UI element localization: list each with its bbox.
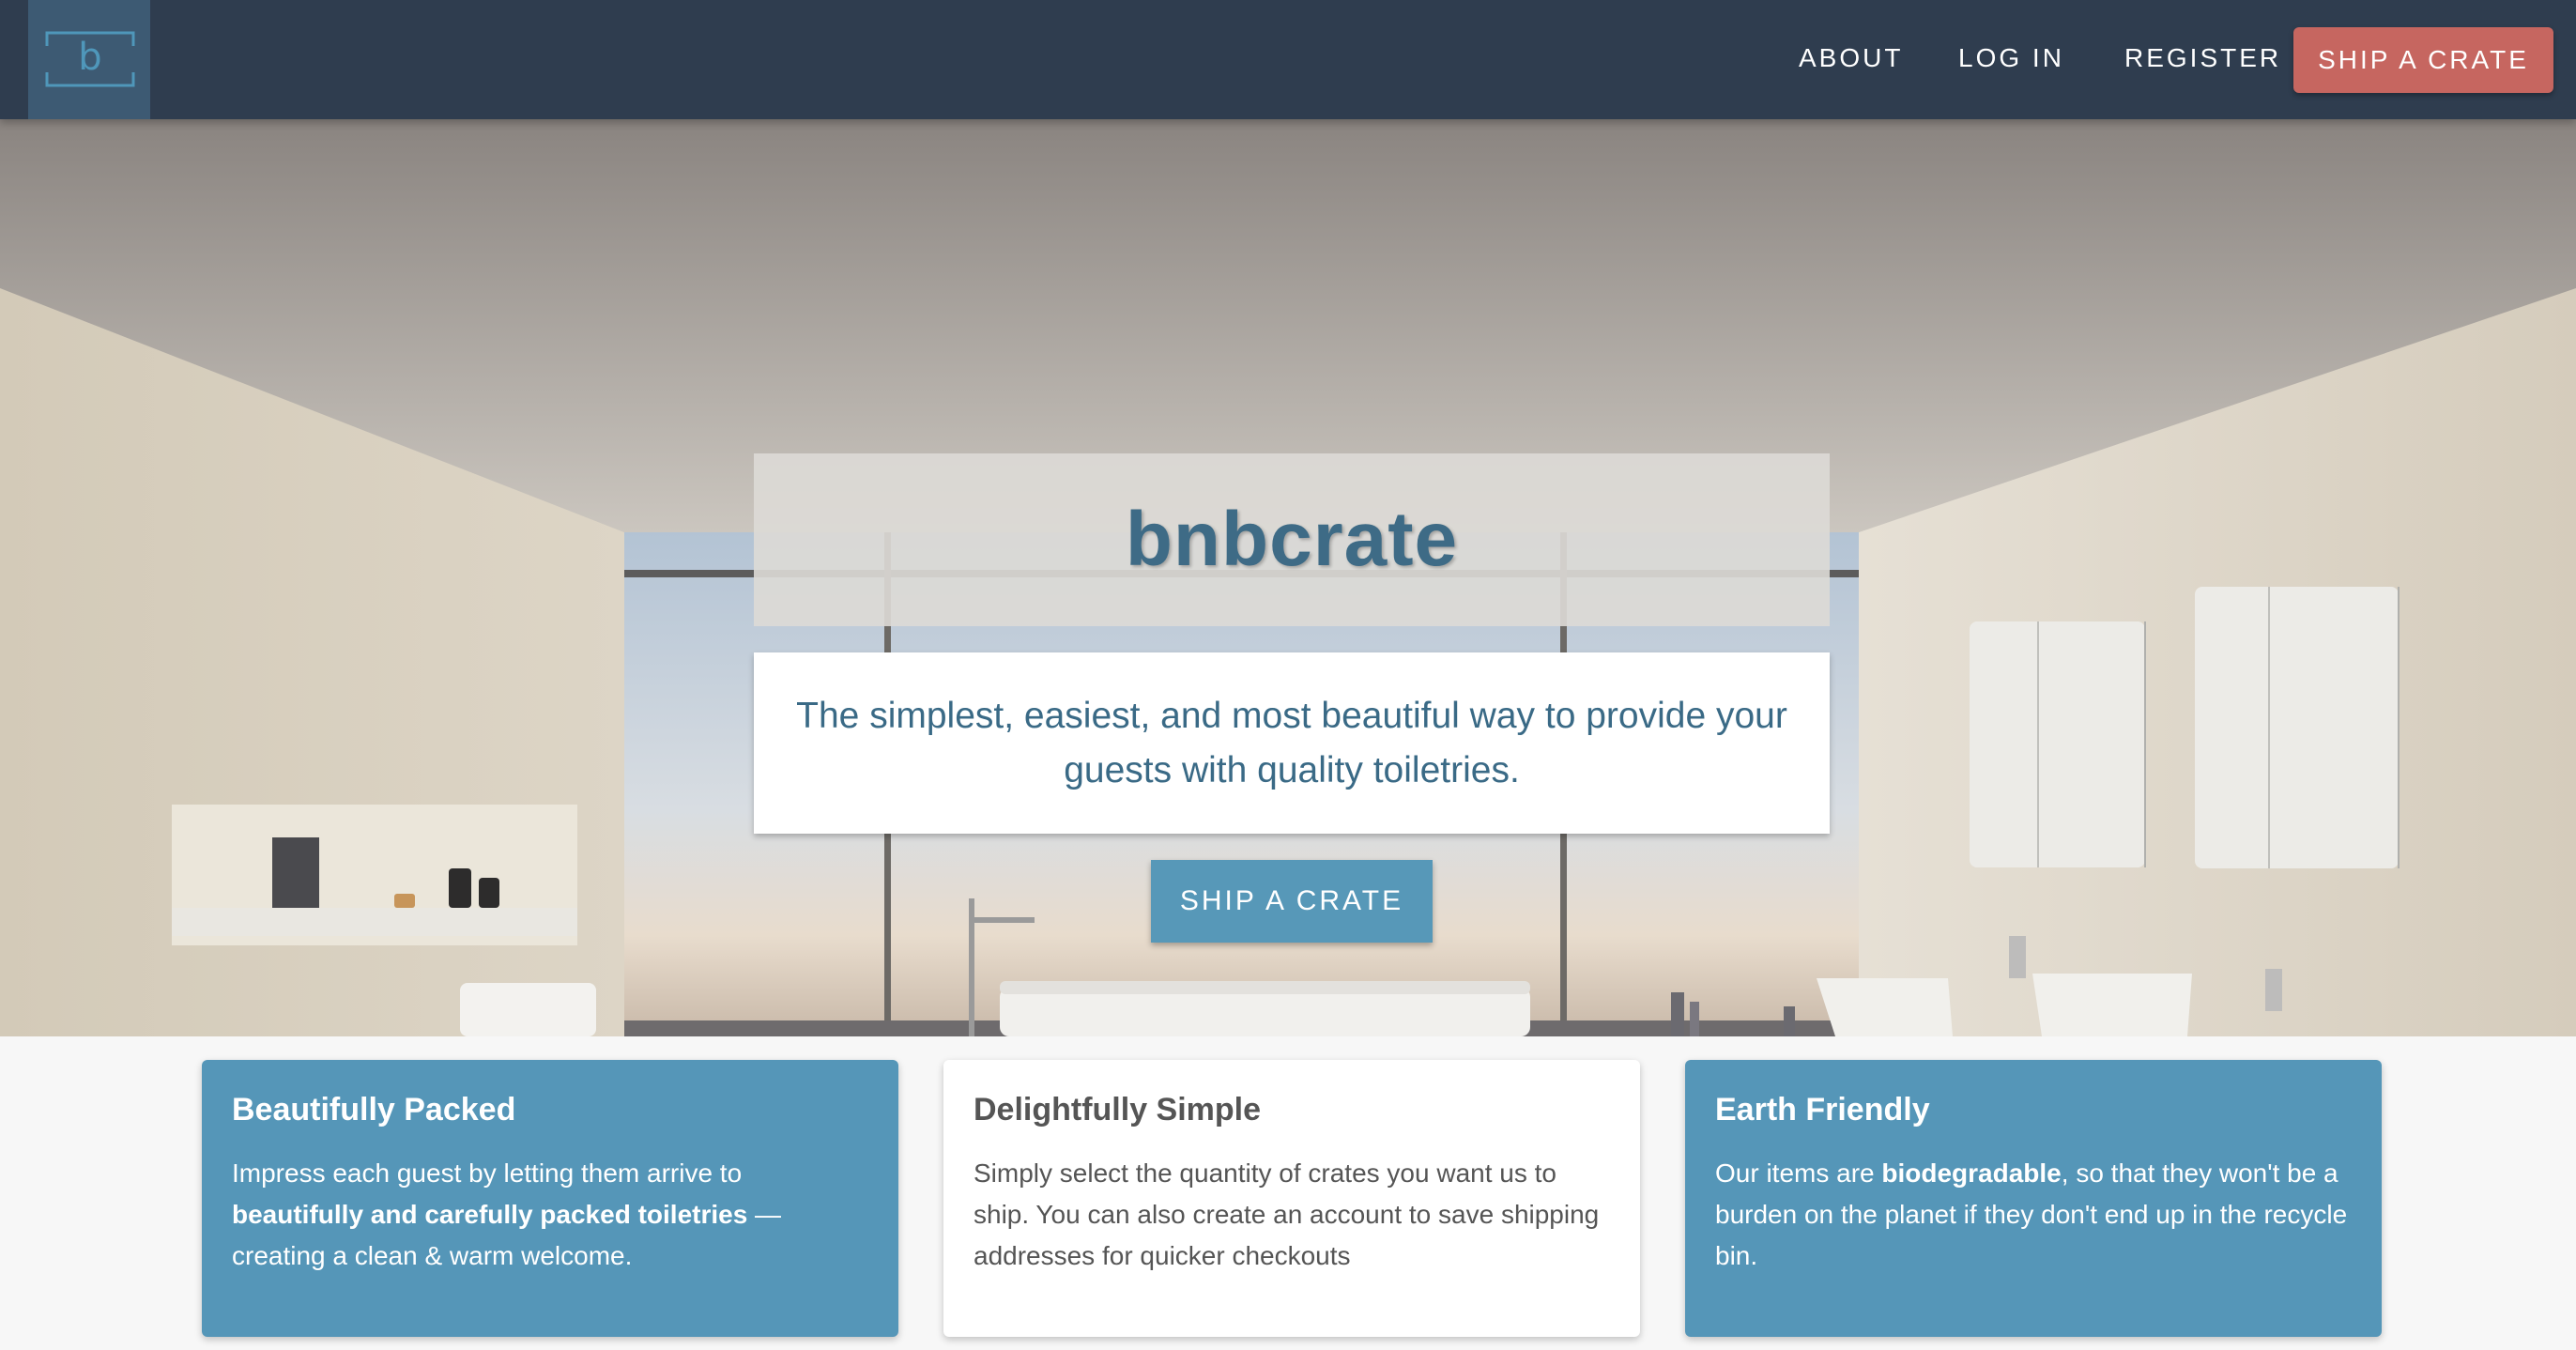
feature-card-text-bold: biodegradable bbox=[1881, 1158, 2062, 1188]
nav-login-link[interactable]: LOG IN bbox=[1958, 43, 2064, 73]
feature-card-text-part: Our items are bbox=[1715, 1158, 1882, 1188]
bnbcrate-logo-icon: b bbox=[45, 31, 135, 87]
feature-card-text-bold: beautifully and carefully packed toiletr… bbox=[232, 1200, 748, 1229]
nav-ship-a-crate-button[interactable]: SHIP A CRATE bbox=[2293, 27, 2553, 93]
hero-title-box: bnbcrate bbox=[754, 453, 1830, 626]
logo-button[interactable]: b bbox=[28, 0, 150, 119]
navbar: b ABOUT LOG IN REGISTER SHIP A CRATE bbox=[0, 0, 2576, 119]
hero-ship-a-crate-button[interactable]: SHIP A CRATE bbox=[1151, 860, 1433, 943]
feature-card-beautifully-packed: Beautifully Packed Impress each guest by… bbox=[202, 1060, 898, 1337]
feature-card-earth-friendly: Earth Friendly Our items are biodegradab… bbox=[1685, 1060, 2382, 1337]
hero-title: bnbcrate bbox=[1125, 497, 1459, 582]
feature-card-title: Earth Friendly bbox=[1715, 1092, 1930, 1128]
feature-card-text-part: Impress each guest by letting them arriv… bbox=[232, 1158, 743, 1188]
feature-card-text-part: Simply select the quantity of crates you… bbox=[974, 1158, 1600, 1270]
feature-card-text: Simply select the quantity of crates you… bbox=[974, 1153, 1610, 1277]
hero-subtitle-box: The simplest, easiest, and most beautifu… bbox=[754, 652, 1830, 834]
hero-subtitle: The simplest, easiest, and most beautifu… bbox=[796, 695, 1787, 790]
nav-about-link[interactable]: ABOUT bbox=[1799, 43, 1903, 73]
logo-letter: b bbox=[78, 36, 102, 79]
hero-section: bnbcrate The simplest, easiest, and most… bbox=[0, 119, 2576, 1036]
feature-card-delightfully-simple: Delightfully Simple Simply select the qu… bbox=[943, 1060, 1640, 1337]
feature-card-title: Delightfully Simple bbox=[974, 1092, 1262, 1128]
feature-card-title: Beautifully Packed bbox=[232, 1092, 516, 1128]
feature-card-text: Our items are biodegradable, so that the… bbox=[1715, 1153, 2352, 1277]
feature-card-text: Impress each guest by letting them arriv… bbox=[232, 1153, 868, 1277]
nav-register-link[interactable]: REGISTER bbox=[2124, 43, 2281, 73]
